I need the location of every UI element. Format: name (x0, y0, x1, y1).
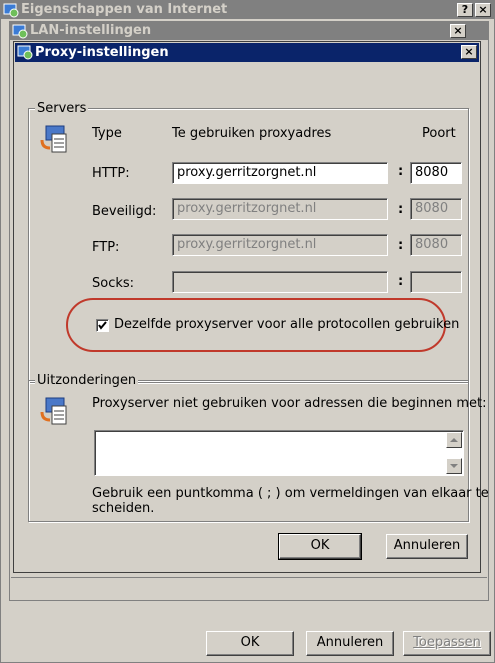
socks-port-input[interactable] (410, 271, 462, 293)
scroll-down-button[interactable] (446, 458, 462, 474)
outer-ok-button[interactable]: OK (206, 631, 294, 656)
address-column-header: Te gebruiken proxyadres (172, 126, 332, 141)
http-label: HTTP: (92, 166, 130, 181)
secure-separator: : (398, 202, 404, 217)
proxy-ok-button[interactable]: OK (278, 533, 362, 560)
secure-label: Beveiligd: (92, 204, 157, 219)
port-column-header: Poort (422, 126, 456, 141)
http-separator: : (398, 164, 404, 179)
checkmark-icon (98, 321, 107, 330)
proxy-settings-titlebar[interactable]: Proxy-instellingen × (15, 43, 479, 62)
ftp-separator: : (398, 238, 404, 253)
socks-separator: : (398, 274, 404, 289)
lan-close-button[interactable]: × (450, 24, 466, 38)
lan-settings-icon (12, 24, 28, 39)
http-port-input[interactable]: 8080 (410, 162, 462, 184)
network-computer-icon (40, 125, 67, 153)
socks-label: Socks: (92, 276, 135, 291)
http-address-input[interactable]: proxy.gerritzorgnet.nl (172, 162, 388, 184)
internet-properties-title: Eigenschappen van Internet (21, 2, 228, 17)
socks-address-input[interactable] (172, 271, 388, 293)
proxy-close-button[interactable]: × (461, 45, 477, 59)
outer-apply-button[interactable]: Toepassen (403, 631, 491, 656)
exceptions-group-label: Uitzonderingen (35, 373, 139, 388)
ftp-address-input[interactable]: proxy.gerritzorgnet.nl (172, 234, 388, 256)
proxy-cancel-button[interactable]: Annuleren (386, 534, 468, 559)
secure-port-input[interactable]: 8080 (410, 198, 462, 220)
ftp-port-input[interactable]: 8080 (410, 234, 462, 256)
exceptions-hint-line1: Gebruik een puntkomma ( ; ) om vermeldin… (92, 486, 489, 501)
internet-properties-titlebar[interactable]: Eigenschappen van Internet ? × (1, 1, 494, 19)
exceptions-textarea[interactable] (94, 430, 464, 476)
lan-bottom-area (11, 577, 487, 621)
same-proxy-label: Dezelfde proxyserver voor alle protocoll… (114, 317, 460, 332)
secure-address-input[interactable]: proxy.gerritzorgnet.nl (172, 198, 388, 220)
arrow-up-icon (450, 438, 458, 442)
scroll-up-button[interactable] (446, 432, 462, 448)
proxy-settings-title: Proxy-instellingen (35, 45, 169, 60)
arrow-down-icon (450, 464, 458, 468)
lan-settings-title: LAN-instellingen (30, 23, 152, 38)
servers-group-label: Servers (35, 101, 89, 116)
internet-options-icon (3, 3, 19, 18)
lan-settings-titlebar[interactable]: LAN-instellingen × (10, 22, 488, 40)
exceptions-hint-line2: scheiden. (92, 501, 155, 516)
help-button[interactable]: ? (457, 3, 473, 17)
ftp-label: FTP: (92, 240, 120, 255)
proxy-settings-icon (17, 45, 33, 60)
internet-properties-window: Eigenschappen van Internet ? × LAN-inste… (0, 0, 495, 663)
type-column-header: Type (92, 126, 122, 141)
proxy-settings-dialog: Proxy-instellingen × Servers Type Te geb… (13, 41, 489, 573)
outer-cancel-button[interactable]: Annuleren (306, 631, 394, 656)
exceptions-description: Proxyserver niet gebruiken voor adressen… (92, 396, 487, 411)
exceptions-computer-icon (40, 397, 67, 425)
outer-close-button[interactable]: × (475, 3, 491, 17)
same-proxy-checkbox[interactable] (96, 319, 109, 332)
